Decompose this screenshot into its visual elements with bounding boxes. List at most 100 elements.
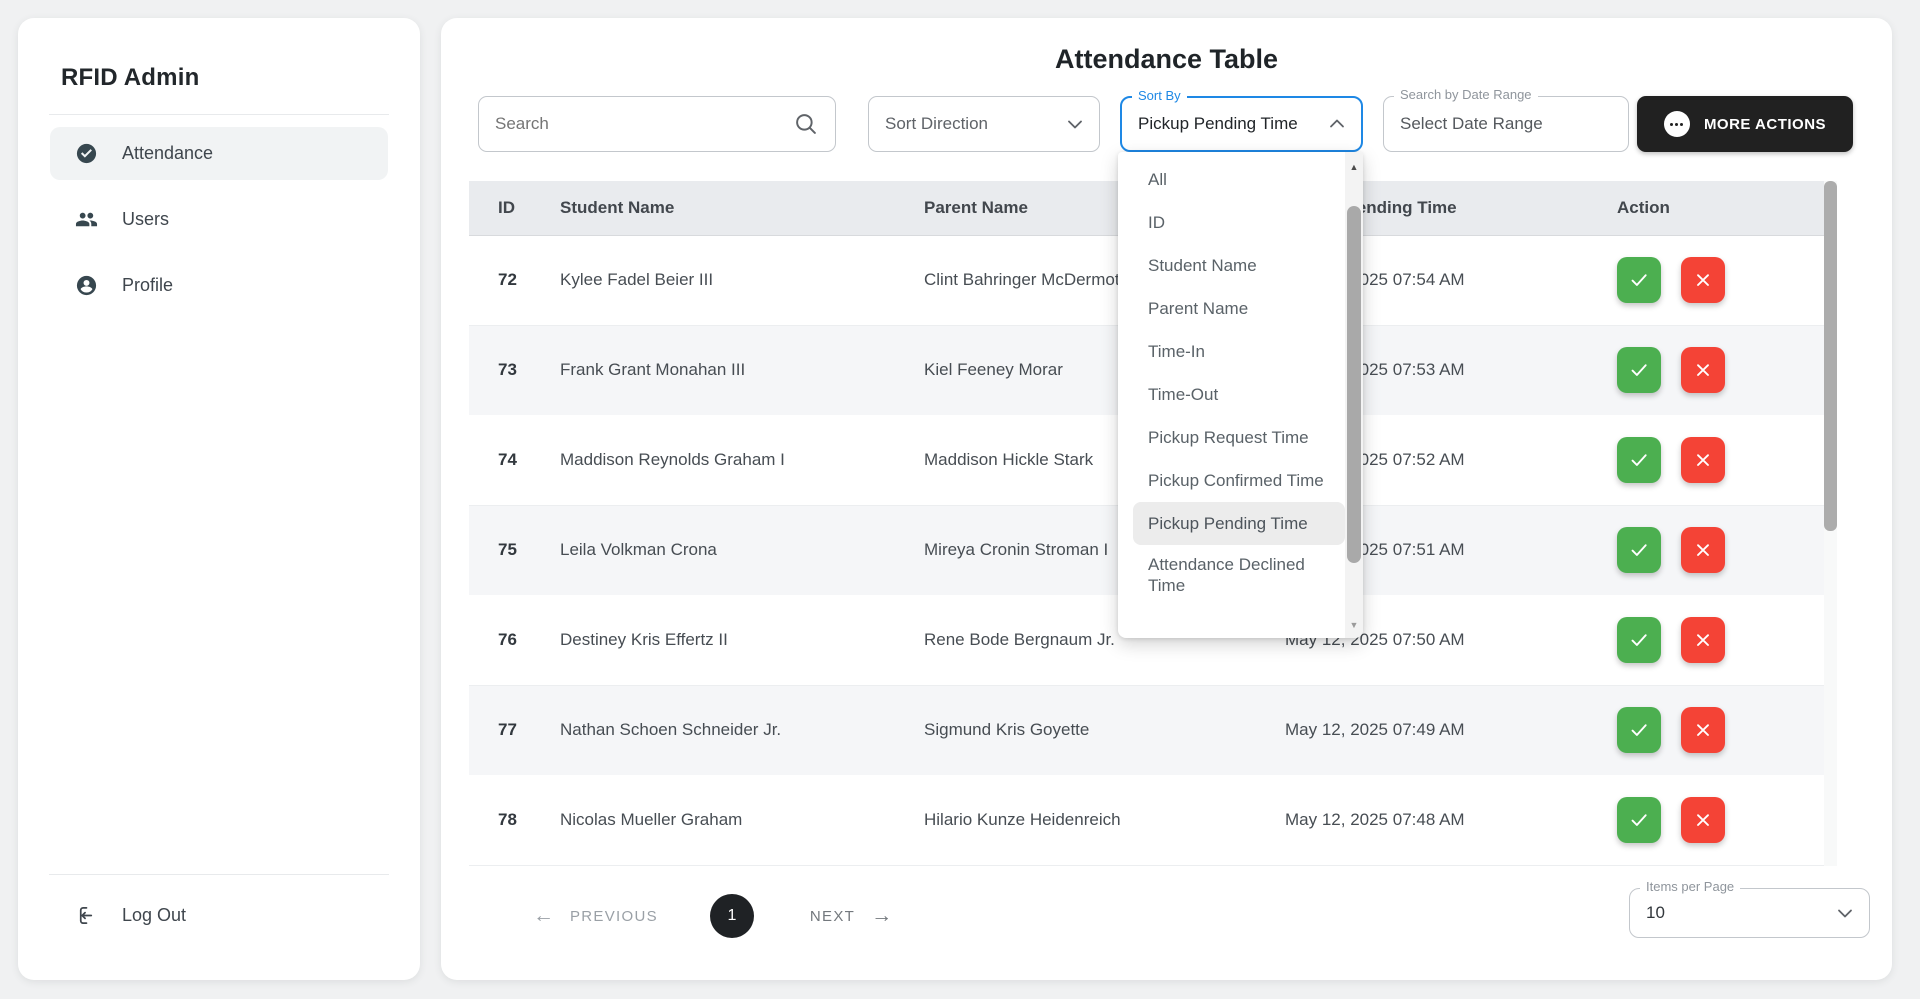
sort-option[interactable]: Time-In [1133, 330, 1345, 373]
sidebar-item-attendance[interactable]: Attendance [50, 127, 388, 180]
decline-button[interactable] [1681, 707, 1725, 753]
scroll-down-icon[interactable]: ▼ [1345, 620, 1363, 630]
cell-action [1617, 415, 1837, 505]
column-header-id[interactable]: ID [469, 181, 560, 235]
sort-by-option-list: AllIDStudent NameParent NameTime-InTime-… [1118, 152, 1363, 605]
confirm-button[interactable] [1617, 527, 1661, 573]
decline-button[interactable] [1681, 347, 1725, 393]
sort-option[interactable]: Parent Name [1133, 287, 1345, 330]
sidebar-footer: Log Out [18, 852, 420, 942]
cell-id: 75 [469, 505, 560, 595]
logout-button[interactable]: Log Out [50, 889, 388, 942]
people-icon [75, 208, 98, 231]
sidebar-item-label: Attendance [122, 143, 213, 164]
sidebar-item-users[interactable]: Users [50, 193, 388, 246]
sort-by-select[interactable]: Sort By Pickup Pending Time [1120, 96, 1363, 152]
logout-label: Log Out [122, 905, 186, 926]
main-panel: Attendance Table Sort Direction Sort By … [441, 18, 1892, 980]
cell-student: Frank Grant Monahan III [560, 325, 924, 415]
search-icon[interactable] [793, 111, 819, 137]
sort-by-label: Sort By [1132, 88, 1187, 103]
cell-student: Leila Volkman Crona [560, 505, 924, 595]
cell-id: 74 [469, 415, 560, 505]
sort-option[interactable]: ID [1133, 201, 1345, 244]
sort-direction-select[interactable]: Sort Direction [868, 96, 1100, 152]
sort-option[interactable]: Attendance Declined Time [1133, 545, 1345, 605]
next-label: NEXT [810, 908, 855, 925]
previous-page-button[interactable]: ← PREVIOUS [533, 904, 658, 928]
sidebar-divider [49, 114, 389, 115]
sort-by-dropdown: AllIDStudent NameParent NameTime-InTime-… [1118, 152, 1363, 638]
cell-student: Kylee Fadel Beier III [560, 235, 924, 325]
decline-button[interactable] [1681, 437, 1725, 483]
sort-option[interactable]: Student Name [1133, 244, 1345, 287]
items-per-page-label: Items per Page [1640, 879, 1740, 894]
table-scrollbar[interactable] [1824, 181, 1837, 866]
cell-id: 77 [469, 685, 560, 775]
confirm-button[interactable] [1617, 437, 1661, 483]
decline-button[interactable] [1681, 617, 1725, 663]
row-actions [1617, 347, 1837, 393]
sort-option[interactable]: Pickup Request Time [1133, 416, 1345, 459]
page-title: Attendance Table [441, 44, 1892, 75]
row-actions [1617, 437, 1837, 483]
sidebar-nav: Attendance Users Profile [50, 127, 388, 312]
previous-label: PREVIOUS [570, 908, 658, 925]
cell-id: 72 [469, 235, 560, 325]
next-page-button[interactable]: NEXT → [810, 904, 892, 928]
row-actions [1617, 527, 1837, 573]
more-actions-button[interactable]: MORE ACTIONS [1637, 96, 1853, 152]
cell-student: Destiney Kris Effertz II [560, 595, 924, 685]
cell-id: 76 [469, 595, 560, 685]
footer-divider [49, 874, 389, 875]
cell-id: 73 [469, 325, 560, 415]
row-actions [1617, 257, 1837, 303]
sort-option[interactable]: Pickup Confirmed Time [1133, 459, 1345, 502]
sidebar-item-label: Users [122, 209, 169, 230]
confirm-button[interactable] [1617, 797, 1661, 843]
current-page-indicator[interactable]: 1 [710, 894, 754, 938]
cell-parent: Sigmund Kris Goyette [924, 685, 1285, 775]
cell-action [1617, 775, 1837, 865]
row-actions [1617, 797, 1837, 843]
dropdown-scrollbar-thumb[interactable] [1347, 206, 1361, 563]
right-arrow-icon: → [871, 904, 892, 928]
filter-bar: Sort Direction Sort By Pickup Pending Ti… [441, 96, 1892, 152]
decline-button[interactable] [1681, 257, 1725, 303]
row-actions [1617, 707, 1837, 753]
cell-student: Maddison Reynolds Graham I [560, 415, 924, 505]
date-range-input[interactable]: Search by Date Range Select Date Range [1383, 96, 1629, 152]
confirm-button[interactable] [1617, 347, 1661, 393]
cell-parent: Hilario Kunze Heidenreich [924, 775, 1285, 865]
search-field[interactable] [478, 96, 836, 152]
sidebar: RFID Admin Attendance Users Profile [18, 18, 420, 980]
items-per-page-value: 10 [1630, 903, 1833, 923]
search-input[interactable] [495, 114, 793, 134]
sidebar-item-profile[interactable]: Profile [50, 259, 388, 312]
cell-action [1617, 505, 1837, 595]
confirm-button[interactable] [1617, 257, 1661, 303]
check-circle-icon [75, 142, 98, 165]
sort-option[interactable]: Pickup Pending Time [1133, 502, 1345, 545]
sort-option[interactable]: All [1133, 158, 1345, 201]
cell-action [1617, 685, 1837, 775]
decline-button[interactable] [1681, 797, 1725, 843]
table-row: 78Nicolas Mueller GrahamHilario Kunze He… [469, 775, 1837, 865]
date-range-placeholder: Select Date Range [1384, 114, 1628, 134]
items-per-page-select[interactable]: Items per Page 10 [1629, 888, 1870, 938]
dropdown-scrollbar[interactable]: ▲ ▼ [1345, 152, 1363, 638]
logout-icon [75, 904, 98, 927]
sort-option[interactable]: Time-Out [1133, 373, 1345, 416]
sort-direction-value: Sort Direction [869, 114, 1063, 134]
table-scrollbar-thumb[interactable] [1824, 181, 1837, 531]
sidebar-item-label: Profile [122, 275, 173, 296]
table-row: 77Nathan Schoen Schneider Jr.Sigmund Kri… [469, 685, 1837, 775]
scroll-up-icon[interactable]: ▲ [1345, 162, 1363, 172]
confirm-button[interactable] [1617, 707, 1661, 753]
confirm-button[interactable] [1617, 617, 1661, 663]
cell-student: Nicolas Mueller Graham [560, 775, 924, 865]
column-header-student-name[interactable]: Student Name [560, 181, 924, 235]
chevron-down-icon [1833, 901, 1857, 925]
cell-time: May 12, 2025 07:48 AM [1285, 775, 1617, 865]
decline-button[interactable] [1681, 527, 1725, 573]
